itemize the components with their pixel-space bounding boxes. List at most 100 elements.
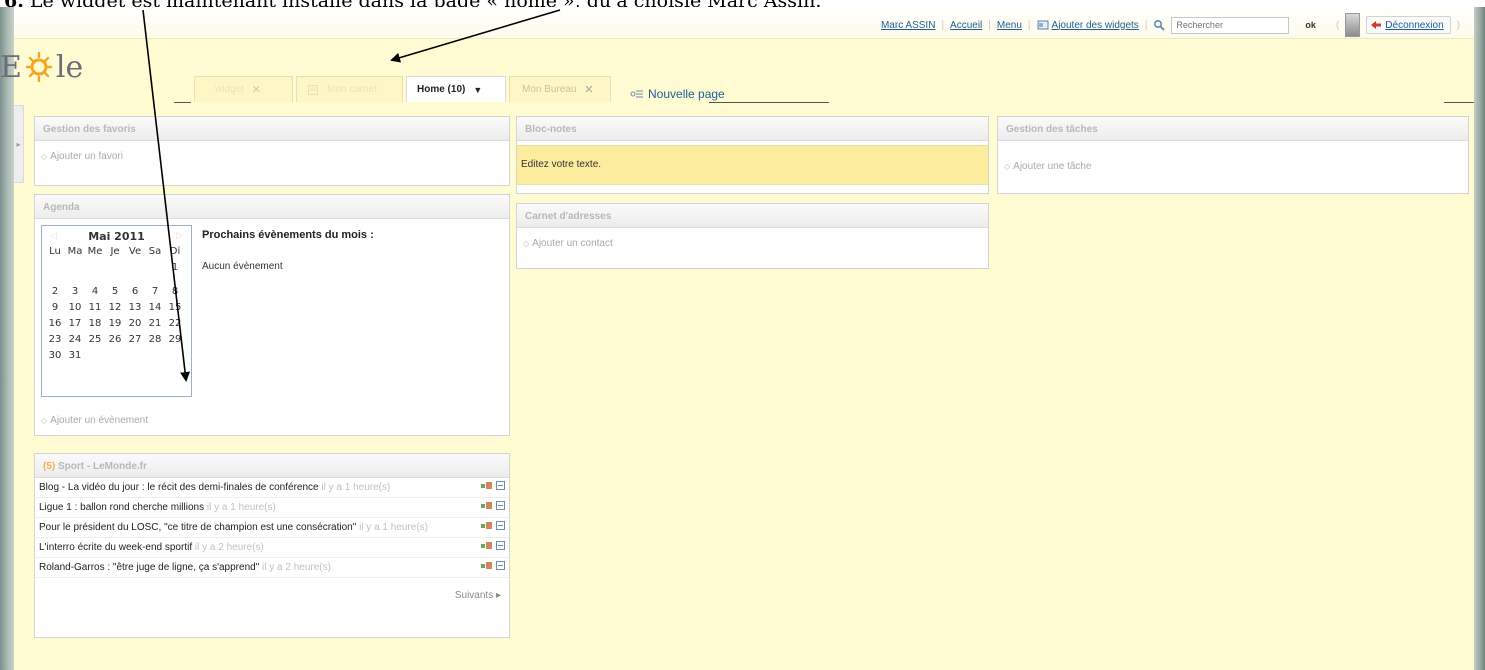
calendar-empty-cell: [145, 350, 165, 362]
rss-item-title[interactable]: Roland-Garros : "être juge de ligne, ça …: [39, 562, 259, 573]
share-icon[interactable]: [481, 481, 493, 490]
calendar-day[interactable]: 29: [165, 334, 185, 346]
search-input[interactable]: [1171, 16, 1290, 34]
widget-title[interactable]: Agenda: [35, 195, 509, 219]
add-task-link[interactable]: ◇ Ajouter une tâche: [998, 141, 1468, 182]
tab-mon-carnet[interactable]: Mon carnet: [296, 76, 403, 102]
calendar-day[interactable]: 18: [85, 318, 105, 330]
tab-widget[interactable]: widget ×: [194, 76, 293, 102]
rss-item-title[interactable]: L'interro écrite du week-end sportif: [39, 542, 192, 553]
calendar-day[interactable]: 2: [45, 286, 65, 298]
rss-item-title[interactable]: Ligue 1 : ballon rond cherche millions: [39, 502, 204, 513]
calendar-day[interactable]: 21: [145, 318, 165, 330]
calendar-day[interactable]: 13: [125, 302, 145, 314]
calendar-day[interactable]: 16: [45, 318, 65, 330]
calendar-day[interactable]: 23: [45, 334, 65, 346]
add-event-label[interactable]: Ajouter un évènement: [50, 415, 148, 426]
calendar-day[interactable]: 15: [165, 302, 185, 314]
add-favorite-link[interactable]: ◇ Ajouter un favori: [35, 141, 509, 172]
chevron-down-icon[interactable]: ▼: [473, 85, 482, 95]
rss-item-title[interactable]: Blog - La vidéo du jour : le récit des d…: [39, 482, 319, 493]
widget-title[interactable]: Gestion des favoris: [35, 117, 509, 141]
bullet-icon: ◇: [41, 152, 48, 161]
close-tab-icon[interactable]: ×: [584, 81, 593, 98]
bullet-icon: ◇: [523, 239, 530, 248]
calendar-day[interactable]: 24: [65, 334, 85, 346]
calendar-day[interactable]: 10: [65, 302, 85, 314]
calendar-day[interactable]: 31: [65, 350, 85, 362]
save-icon[interactable]: [496, 481, 505, 490]
tab-baseline: [1444, 102, 1474, 103]
calendar-day[interactable]: 17: [65, 318, 85, 330]
rss-item[interactable]: Pour le président du LOSC, "ce titre de …: [35, 518, 509, 538]
share-icon[interactable]: [481, 561, 493, 570]
save-icon[interactable]: [496, 521, 505, 530]
search-ok-button[interactable]: ok: [1295, 20, 1330, 30]
logout-button[interactable]: Déconnexion: [1366, 16, 1451, 34]
rss-item-title[interactable]: Pour le président du LOSC, "ce titre de …: [39, 522, 356, 533]
save-icon[interactable]: [496, 501, 505, 510]
new-page-link[interactable]: Nouvelle page: [630, 87, 725, 101]
share-icon[interactable]: [481, 521, 493, 530]
rss-item[interactable]: Ligue 1 : ballon rond cherche millions i…: [35, 498, 509, 518]
window-left-edge: [0, 7, 14, 670]
calendar-day[interactable]: 22: [165, 318, 185, 330]
calendar-day[interactable]: 4: [85, 286, 105, 298]
rss-item[interactable]: Blog - La vidéo du jour : le récit des d…: [35, 478, 509, 498]
calendar-day[interactable]: 26: [105, 334, 125, 346]
new-page-label[interactable]: Nouvelle page: [648, 87, 725, 101]
save-icon[interactable]: [496, 541, 505, 550]
widget-title[interactable]: (5) Sport - LeMonde.fr: [35, 454, 509, 478]
calendar-day[interactable]: 11: [85, 302, 105, 314]
close-tab-icon[interactable]: ×: [252, 81, 261, 98]
calendar-day[interactable]: 28: [145, 334, 165, 346]
widget-title[interactable]: Bloc-notes: [517, 117, 988, 141]
calendar-day[interactable]: 3: [65, 286, 85, 298]
calendar-day[interactable]: 27: [125, 334, 145, 346]
add-favorite-label[interactable]: Ajouter un favori: [50, 151, 123, 162]
calendar-day[interactable]: 1: [165, 262, 185, 274]
tab-home[interactable]: Home (10) ▼: [406, 76, 506, 102]
calendar-day[interactable]: 20: [125, 318, 145, 330]
calendar-spacer: [85, 278, 105, 282]
add-event-link[interactable]: ◇ Ajouter un évènement: [35, 405, 154, 436]
next-month-icon[interactable]: ▷: [176, 231, 183, 241]
widget-title[interactable]: Gestion des tâches: [998, 117, 1468, 141]
tab-baseline: [709, 102, 829, 103]
calendar-day[interactable]: 19: [105, 318, 125, 330]
note-text-area[interactable]: Editez votre texte.: [517, 145, 988, 185]
add-widgets-label[interactable]: Ajouter des widgets: [1052, 20, 1139, 31]
save-icon[interactable]: [496, 561, 505, 570]
calendar-day[interactable]: 25: [85, 334, 105, 346]
calendar-day[interactable]: 9: [45, 302, 65, 314]
rss-item[interactable]: L'interro écrite du week-end sportif il …: [35, 538, 509, 558]
separator: |: [941, 19, 945, 31]
share-icon[interactable]: [481, 541, 493, 550]
tab-baseline: [174, 102, 191, 103]
rss-item[interactable]: Roland-Garros : "être juge de ligne, ça …: [35, 558, 509, 578]
home-link[interactable]: Accueil: [950, 20, 982, 31]
eole-portal: Marc ASSIN | Accueil | Menu | Ajouter de…: [0, 7, 1474, 670]
add-task-label[interactable]: Ajouter une tâche: [1013, 161, 1091, 172]
logout-label[interactable]: Déconnexion: [1385, 20, 1443, 31]
calendar-day[interactable]: 12: [105, 302, 125, 314]
calendar-day[interactable]: 7: [145, 286, 165, 298]
menu-link[interactable]: Menu: [997, 20, 1022, 31]
calendar-day[interactable]: 6: [125, 286, 145, 298]
calendar-day[interactable]: 14: [145, 302, 165, 314]
user-link[interactable]: Marc ASSIN: [881, 20, 935, 31]
calendar-day[interactable]: 8: [165, 286, 185, 298]
previous-month-icon[interactable]: ◁: [50, 231, 57, 241]
share-icon[interactable]: [481, 501, 493, 510]
calendar-day[interactable]: 30: [45, 350, 65, 362]
calendar-day[interactable]: 5: [105, 286, 125, 298]
sidebar-toggle[interactable]: ▸: [14, 105, 24, 183]
separator: |: [988, 19, 991, 31]
add-contact-link[interactable]: ◇ Ajouter un contact: [517, 228, 988, 259]
next-items-link[interactable]: Suivants ▸: [35, 578, 509, 613]
add-contact-label[interactable]: Ajouter un contact: [532, 238, 613, 249]
calendar-empty-cell: [125, 350, 145, 362]
add-widgets-link[interactable]: Ajouter des widgets: [1037, 19, 1139, 31]
widget-title[interactable]: Carnet d'adresses: [517, 204, 988, 228]
tab-mon-bureau[interactable]: Mon Bureau ×: [509, 76, 611, 102]
